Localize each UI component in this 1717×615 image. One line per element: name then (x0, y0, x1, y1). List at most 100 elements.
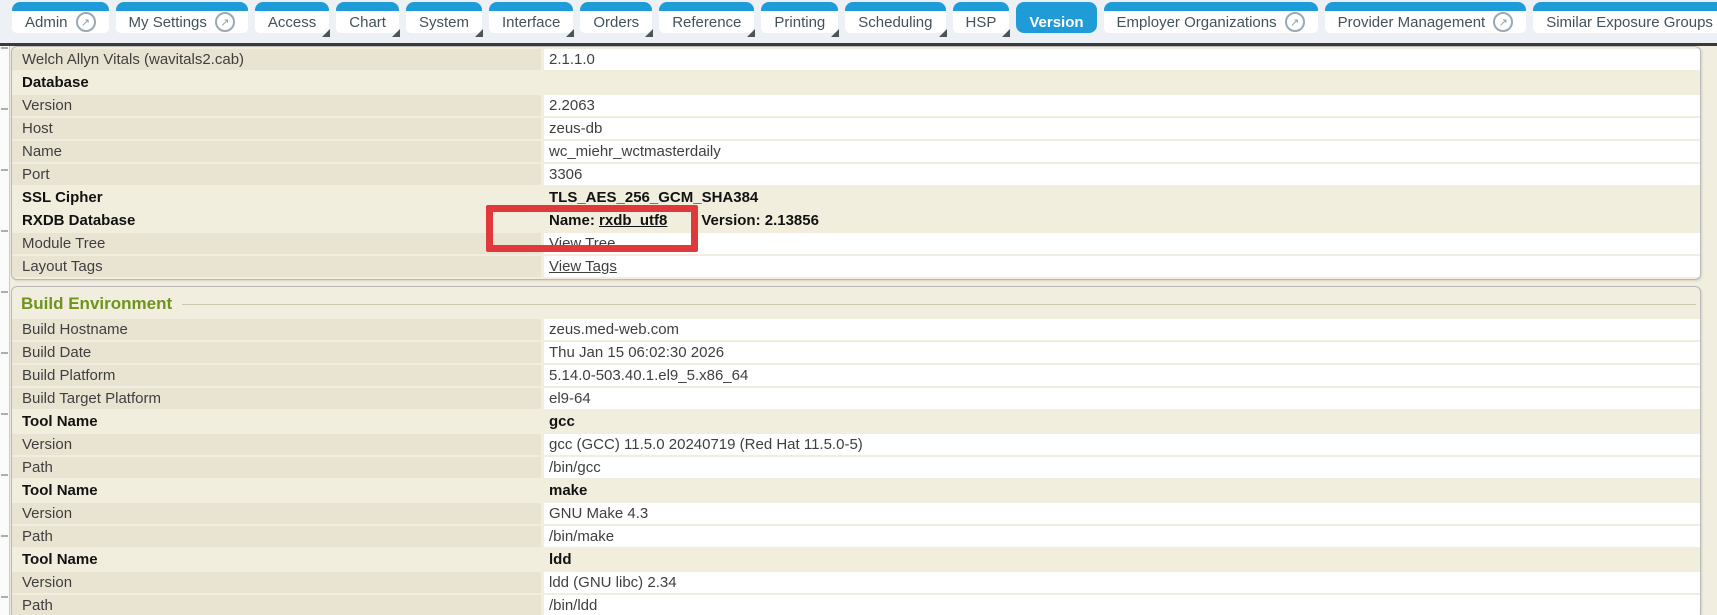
table-row-build-platform: Build Platform 5.14.0-503.40.1.el9_5.x86… (12, 365, 1700, 386)
row-value: 2.2063 (544, 95, 1700, 116)
table-row-version: Version GNU Make 4.3 (12, 503, 1700, 524)
dropdown-fold-icon[interactable] (475, 29, 483, 37)
row-value: gcc (544, 411, 1700, 432)
dropdown-fold-icon[interactable] (392, 29, 400, 37)
row-label: Host (12, 118, 541, 139)
tab-label: My Settings (129, 14, 207, 31)
row-label: Build Date (12, 342, 541, 363)
tab-label: Admin (25, 14, 68, 31)
tab-interface[interactable]: Interface (489, 2, 573, 33)
tab-similar-exposure-groups-segs[interactable]: Similar Exposure Groups (SEGs) ↗ (1533, 2, 1717, 33)
tab-my-settings[interactable]: My Settings ↗ (116, 2, 248, 33)
row-value: el9-64 (544, 388, 1700, 409)
tab-bar: Admin ↗ My Settings ↗ Access Chart Syste… (0, 0, 1717, 43)
table-row-tool-name: Tool Name make (12, 480, 1700, 501)
tab-printing[interactable]: Printing (761, 2, 838, 33)
popout-arrow-icon[interactable]: ↗ (76, 12, 96, 32)
table-row-module-tree: Module Tree View Tree (12, 233, 1700, 254)
tab-label: Scheduling (858, 14, 932, 31)
view-tags-link[interactable]: View Tags (549, 258, 617, 275)
row-label: Port (12, 164, 541, 185)
row-value: TLS_AES_256_GCM_SHA384 (544, 187, 1700, 208)
dropdown-fold-icon[interactable] (747, 29, 755, 37)
table-row-name: Name wc_miehr_wctmasterdaily (12, 141, 1700, 162)
row-value (544, 72, 1700, 93)
dropdown-fold-icon[interactable] (939, 29, 947, 37)
gutter-tick (1, 108, 8, 110)
row-label: Name (12, 141, 541, 162)
gutter-tick (1, 169, 8, 171)
panel-build-environment: Build Environment Build Hostname zeus.me… (11, 286, 1701, 615)
table-row-rxdb-database: RXDB Database Name: rxdb_utf8Version: 2.… (12, 210, 1700, 231)
tab-access[interactable]: Access (255, 2, 329, 33)
dropdown-fold-icon[interactable] (566, 29, 574, 37)
row-label: RXDB Database (12, 210, 541, 231)
row-value: zeus-db (544, 118, 1700, 139)
tab-label: Version (1029, 14, 1083, 31)
table-row-port: Port 3306 (12, 164, 1700, 185)
tab-label: Reference (672, 14, 741, 31)
row-value: View Tags (544, 256, 1700, 277)
tab-version[interactable]: Version (1016, 2, 1096, 33)
gutter-tick (1, 230, 8, 232)
tab-label: Similar Exposure Groups (SEGs) (1546, 14, 1717, 31)
popout-arrow-icon[interactable]: ↗ (215, 12, 235, 32)
tab-admin[interactable]: Admin ↗ (12, 2, 109, 33)
popout-arrow-icon[interactable]: ↗ (1285, 12, 1305, 32)
table-row-database: Database (12, 72, 1700, 93)
tab-hsp[interactable]: HSP (953, 2, 1010, 33)
row-value: Thu Jan 15 06:02:30 2026 (544, 342, 1700, 363)
tab-orders[interactable]: Orders (580, 2, 652, 33)
row-value: View Tree (544, 233, 1700, 254)
row-value: ldd (544, 549, 1700, 570)
rxdb-name-link[interactable]: rxdb_utf8 (599, 212, 667, 229)
rxdb-version-value: Version: 2.13856 (701, 212, 819, 229)
tab-label: HSP (966, 14, 997, 31)
tab-provider-management[interactable]: Provider Management ↗ (1325, 2, 1527, 33)
gutter-tick (1, 535, 8, 537)
gutter-tick (1, 474, 8, 476)
tab-label: Provider Management (1338, 14, 1486, 31)
gutter-tick (1, 47, 8, 49)
row-label: Tool Name (12, 549, 541, 570)
row-label: SSL Cipher (12, 187, 541, 208)
section-header-rule (182, 304, 1696, 305)
row-label: Build Hostname (12, 319, 541, 340)
tabbar-divider (0, 43, 1717, 46)
dropdown-fold-icon[interactable] (322, 29, 330, 37)
dropdown-fold-icon[interactable] (645, 29, 653, 37)
tab-scheduling[interactable]: Scheduling (845, 2, 945, 33)
tab-label: System (419, 14, 469, 31)
table-row-version: Version gcc (GCC) 11.5.0 20240719 (Red H… (12, 434, 1700, 455)
row-label: Build Platform (12, 365, 541, 386)
table-row-host: Host zeus-db (12, 118, 1700, 139)
tab-reference[interactable]: Reference (659, 2, 754, 33)
table-row-build-hostname: Build Hostname zeus.med-web.com (12, 319, 1700, 340)
table-row-layout-tags: Layout Tags View Tags (12, 256, 1700, 277)
dropdown-fold-icon[interactable] (1002, 29, 1010, 37)
tab-label: Employer Organizations (1117, 14, 1277, 31)
tab-employer-organizations[interactable]: Employer Organizations ↗ (1104, 2, 1318, 33)
tab-label: Chart (349, 14, 386, 31)
tab-system[interactable]: System (406, 2, 482, 33)
row-label: Module Tree (12, 233, 541, 254)
dropdown-fold-icon[interactable] (831, 29, 839, 37)
popout-arrow-icon[interactable]: ↗ (1493, 12, 1513, 32)
row-label: Version (12, 572, 541, 593)
gutter-tick (1, 596, 8, 598)
row-label: Build Target Platform (12, 388, 541, 409)
tab-chart[interactable]: Chart (336, 2, 399, 33)
row-value: ldd (GNU libc) 2.34 (544, 572, 1700, 593)
row-label: Version (12, 95, 541, 116)
row-value: make (544, 480, 1700, 501)
view-tree-link[interactable]: View Tree (549, 235, 615, 252)
row-label: Version (12, 434, 541, 455)
table-row-path: Path /bin/ldd (12, 595, 1700, 615)
row-value: GNU Make 4.3 (544, 503, 1700, 524)
table-row-tool-name: Tool Name ldd (12, 549, 1700, 570)
row-value: Name: rxdb_utf8Version: 2.13856 (544, 210, 1700, 231)
row-label: Path (12, 595, 541, 615)
row-value: zeus.med-web.com (544, 319, 1700, 340)
table-row-build-date: Build Date Thu Jan 15 06:02:30 2026 (12, 342, 1700, 363)
gutter-tick (1, 291, 8, 293)
